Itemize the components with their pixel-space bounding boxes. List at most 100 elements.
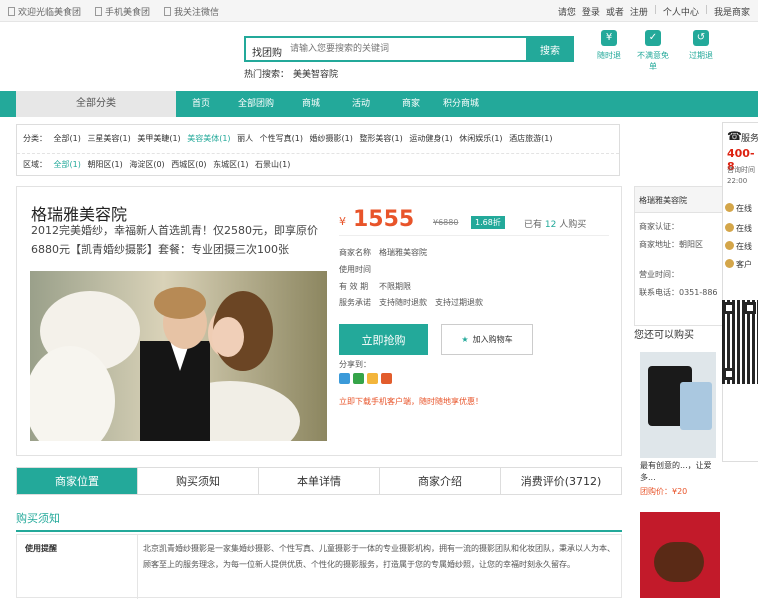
wechat-link[interactable]: 我关注微信 bbox=[164, 5, 219, 18]
search-input[interactable] bbox=[290, 41, 520, 57]
nav-all-deals[interactable]: 全部团购 bbox=[226, 91, 286, 117]
nav-home[interactable]: 首页 bbox=[176, 91, 226, 117]
header-expire[interactable]: ↺ 过期退 bbox=[682, 30, 720, 61]
product-photo bbox=[30, 271, 327, 441]
filter-option[interactable]: 个性写真(1) bbox=[260, 134, 303, 143]
notes-table: 使用提醒 北京凯青婚纱摄影是一家集婚纱摄影、个性写真、儿童摄影于一体的专业摄影机… bbox=[16, 534, 622, 599]
area-filter-row: 区域： 全部(1) 朝阳区(1) 海淀区(0) 西城区(0) 东城区(1) 石景… bbox=[23, 159, 294, 170]
avatar-icon bbox=[725, 203, 734, 212]
header-refund[interactable]: ¥ 随时退 bbox=[590, 30, 628, 61]
merchant-line: 商家地址：朝阳区 bbox=[639, 240, 703, 249]
hot-search-label: 热门搜索： bbox=[244, 70, 290, 80]
nav-points-mall[interactable]: 积分商城 bbox=[436, 91, 486, 117]
mug-shape bbox=[680, 382, 712, 430]
filter-option[interactable]: 美甲美睫(1) bbox=[137, 134, 180, 143]
filter-option[interactable]: 东城区(1) bbox=[213, 160, 248, 169]
share-icons bbox=[339, 373, 392, 384]
category-filter-row: 分类： 全部(1) 三星美容(1) 美甲美睫(1) 美容美体(1) 丽人 个性写… bbox=[23, 133, 556, 144]
filter-option[interactable]: 丽人 bbox=[237, 134, 253, 143]
divider bbox=[17, 153, 619, 154]
side-product-photo[interactable] bbox=[640, 352, 716, 458]
merchant-link[interactable]: 我是商家 bbox=[714, 5, 750, 18]
tab-deal-details[interactable]: 本单详情 bbox=[259, 468, 380, 494]
main-nav: 全部分类 首页 全部团购 商城 活动 商家 积分商城 bbox=[0, 91, 758, 117]
side-product-photo[interactable] bbox=[640, 512, 720, 598]
side-product-title[interactable]: 最有创意的...，让爱多... bbox=[640, 460, 720, 484]
filter-option[interactable]: 西城区(0) bbox=[171, 160, 206, 169]
side-product-price: 团购价：¥20 bbox=[640, 487, 688, 496]
merchant-line: 营业时间： bbox=[639, 270, 679, 279]
service-hours: 咨询时间 bbox=[727, 166, 755, 174]
add-to-cart-button[interactable]: ★ 加入购物车 bbox=[441, 324, 533, 355]
star-icon: ★ bbox=[461, 335, 469, 344]
merchant-line: 商家认证： bbox=[639, 222, 679, 231]
avatar-icon bbox=[725, 223, 734, 232]
avatar-icon bbox=[725, 241, 734, 250]
merchant-box: 格瑞雅美容院 商家认证： 商家地址：朝阳区 营业时间： 联系电话：0351-88… bbox=[634, 186, 724, 326]
info-promise: 服务承诺 支持随时退款 支持过期退款 bbox=[339, 298, 483, 307]
service-chat[interactable]: 在线 bbox=[725, 241, 758, 255]
currency-symbol: ¥ bbox=[339, 215, 346, 228]
header-free[interactable]: ✓ 不满意免单 bbox=[634, 30, 672, 72]
divider bbox=[339, 235, 609, 236]
nav-merchants[interactable]: 商家 bbox=[386, 91, 436, 117]
tab-reviews[interactable]: 消费评价(3712) bbox=[501, 468, 621, 494]
wedding-photo bbox=[30, 271, 327, 441]
area-filter-label: 区域： bbox=[23, 160, 47, 169]
qr-marker bbox=[744, 302, 756, 314]
avatar-icon bbox=[725, 259, 734, 268]
filter-option[interactable]: 婚纱摄影(1) bbox=[310, 134, 353, 143]
product-description: 2012完美婚纱，幸福新人首选凯青！仅2580元，即享原价6880元【凯青婚纱摄… bbox=[31, 224, 318, 256]
register-link[interactable]: 注册 bbox=[630, 5, 648, 18]
service-hours: 22:00 bbox=[727, 177, 748, 185]
filter-option[interactable]: 运动健身(1) bbox=[409, 134, 452, 143]
weibo-share-icon[interactable] bbox=[367, 373, 378, 384]
all-categories-button[interactable]: 全部分类 bbox=[16, 91, 176, 117]
wechat-icon bbox=[164, 7, 172, 16]
info-merchant: 商家名称 格瑞雅美容院 bbox=[339, 248, 427, 257]
filter-option[interactable]: 休闲娱乐(1) bbox=[459, 134, 502, 143]
welcome-link[interactable]: 欢迎光临美食团 bbox=[8, 5, 81, 18]
info-validity: 有 效 期不限期限 bbox=[339, 282, 411, 291]
divider: | bbox=[704, 5, 708, 15]
buy-now-button[interactable]: 立即抢购 bbox=[339, 324, 428, 355]
filter-option-active[interactable]: 全部(1) bbox=[54, 160, 81, 169]
section-title: 购买须知 bbox=[16, 512, 60, 525]
discount-badge: 1.68折 bbox=[471, 216, 505, 229]
filter-panel: 分类： 全部(1) 三星美容(1) 美甲美睫(1) 美容美体(1) 丽人 个性写… bbox=[16, 124, 620, 176]
search-button[interactable]: 搜索 bbox=[526, 36, 574, 62]
user-center-link[interactable]: 个人中心 bbox=[663, 5, 699, 18]
filter-option[interactable]: 朝阳区(1) bbox=[87, 160, 122, 169]
service-panel: ☎ 服务 400-8 咨询时间 22:00 在线 在线 在线 客户 bbox=[722, 122, 758, 462]
filter-option[interactable]: 酒店旅游(1) bbox=[509, 134, 552, 143]
service-chat[interactable]: 在线 bbox=[725, 203, 758, 217]
service-chat[interactable]: 客户 bbox=[725, 259, 758, 273]
bookmark-icon bbox=[8, 7, 15, 16]
expire-icon: ↺ bbox=[693, 30, 709, 46]
qzone-share-icon[interactable] bbox=[339, 373, 350, 384]
mobile-link[interactable]: 手机美食团 bbox=[95, 5, 150, 18]
mobile-icon bbox=[95, 7, 103, 16]
filter-option[interactable]: 海淀区(0) bbox=[129, 160, 164, 169]
divider bbox=[137, 535, 138, 599]
app-promo-link[interactable]: 立即下载手机客户端，随时随地享优惠！ bbox=[339, 396, 483, 407]
service-chat[interactable]: 在线 bbox=[725, 223, 758, 237]
search-box: 找团购 bbox=[244, 36, 528, 62]
filter-option[interactable]: 石景山(1) bbox=[255, 160, 290, 169]
renren-share-icon[interactable] bbox=[381, 373, 392, 384]
deal-price: 1555 bbox=[353, 207, 415, 232]
tab-merchant-intro[interactable]: 商家介绍 bbox=[380, 468, 501, 494]
phone-icon: ☎ bbox=[727, 129, 742, 143]
filter-option[interactable]: 全部(1) bbox=[54, 134, 81, 143]
qr-code-icon bbox=[722, 300, 758, 384]
login-link[interactable]: 登录 bbox=[582, 5, 600, 18]
nav-events[interactable]: 活动 bbox=[336, 91, 386, 117]
wechat-share-icon[interactable] bbox=[353, 373, 364, 384]
nav-mall[interactable]: 商城 bbox=[286, 91, 336, 117]
hot-keyword[interactable]: 美美智容院 bbox=[293, 70, 338, 80]
filter-option-active[interactable]: 美容美体(1) bbox=[187, 134, 230, 143]
filter-option[interactable]: 整形美容(1) bbox=[359, 134, 402, 143]
tab-merchant-location[interactable]: 商家位置 bbox=[17, 468, 138, 494]
tab-purchase-notes[interactable]: 购买须知 bbox=[138, 468, 259, 494]
filter-option[interactable]: 三星美容(1) bbox=[87, 134, 130, 143]
